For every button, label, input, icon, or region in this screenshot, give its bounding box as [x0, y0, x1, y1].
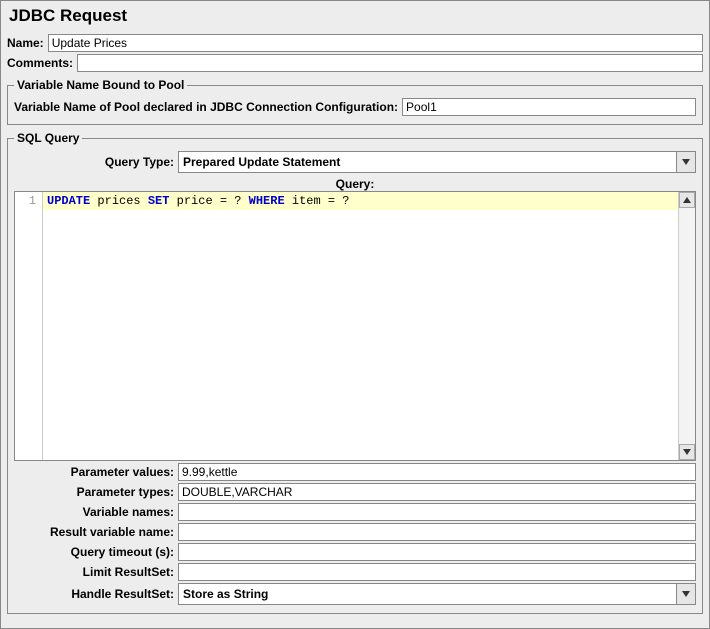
timeout-label: Query timeout (s): [14, 545, 174, 559]
limit-input[interactable] [178, 563, 696, 581]
handle-rs-label: Handle ResultSet: [14, 587, 174, 601]
result-var-row: Result variable name: [14, 523, 696, 541]
scroll-track[interactable] [679, 208, 695, 444]
var-names-row: Variable names: [14, 503, 696, 521]
editor-code[interactable]: UPDATE prices SET price = ? WHERE item =… [43, 192, 678, 460]
query-editor[interactable]: 1 UPDATE prices SET price = ? WHERE item… [14, 191, 696, 461]
var-names-label: Variable names: [14, 505, 174, 519]
handle-rs-row: Handle ResultSet: Store as String [14, 583, 696, 605]
param-types-input[interactable] [178, 483, 696, 501]
param-types-row: Parameter types: [14, 483, 696, 501]
comments-row: Comments: [7, 54, 703, 72]
pool-label: Variable Name of Pool declared in JDBC C… [14, 100, 398, 114]
comments-label: Comments: [7, 56, 73, 70]
result-var-label: Result variable name: [14, 525, 174, 539]
pool-row: Variable Name of Pool declared in JDBC C… [14, 98, 696, 116]
var-names-input[interactable] [178, 503, 696, 521]
pool-legend: Variable Name Bound to Pool [14, 78, 187, 92]
editor-scrollbar[interactable] [678, 192, 695, 460]
query-type-combo[interactable]: Prepared Update Statement [178, 151, 696, 173]
pool-input[interactable] [402, 98, 696, 116]
query-type-value: Prepared Update Statement [179, 152, 676, 172]
timeout-row: Query timeout (s): [14, 543, 696, 561]
param-values-row: Parameter values: [14, 463, 696, 481]
sql-code-line[interactable]: UPDATE prices SET price = ? WHERE item =… [43, 192, 678, 210]
chevron-down-icon[interactable] [676, 152, 695, 172]
limit-label: Limit ResultSet: [14, 565, 174, 579]
query-type-label: Query Type: [14, 155, 174, 169]
name-row: Name: [7, 34, 703, 52]
result-var-input[interactable] [178, 523, 696, 541]
jdbc-request-panel: JDBC Request Name: Comments: Variable Na… [0, 0, 710, 629]
pool-fieldset: Variable Name Bound to Pool Variable Nam… [7, 78, 703, 125]
editor-gutter: 1 [15, 192, 43, 460]
comments-input[interactable] [77, 54, 703, 72]
timeout-input[interactable] [178, 543, 696, 561]
param-types-label: Parameter types: [14, 485, 174, 499]
handle-rs-value: Store as String [179, 584, 676, 604]
handle-rs-combo[interactable]: Store as String [178, 583, 696, 605]
name-label: Name: [7, 36, 44, 50]
param-values-label: Parameter values: [14, 465, 174, 479]
limit-row: Limit ResultSet: [14, 563, 696, 581]
chevron-down-icon[interactable] [676, 584, 695, 604]
query-type-row: Query Type: Prepared Update Statement [14, 151, 696, 173]
sql-fieldset: SQL Query Query Type: Prepared Update St… [7, 131, 703, 614]
scroll-up-icon[interactable] [679, 192, 695, 208]
line-number: 1 [15, 194, 36, 208]
param-values-input[interactable] [178, 463, 696, 481]
scroll-down-icon[interactable] [679, 444, 695, 460]
sql-legend: SQL Query [14, 131, 82, 145]
name-input[interactable] [48, 34, 703, 52]
query-label: Query: [14, 177, 696, 191]
page-title: JDBC Request [9, 6, 703, 26]
